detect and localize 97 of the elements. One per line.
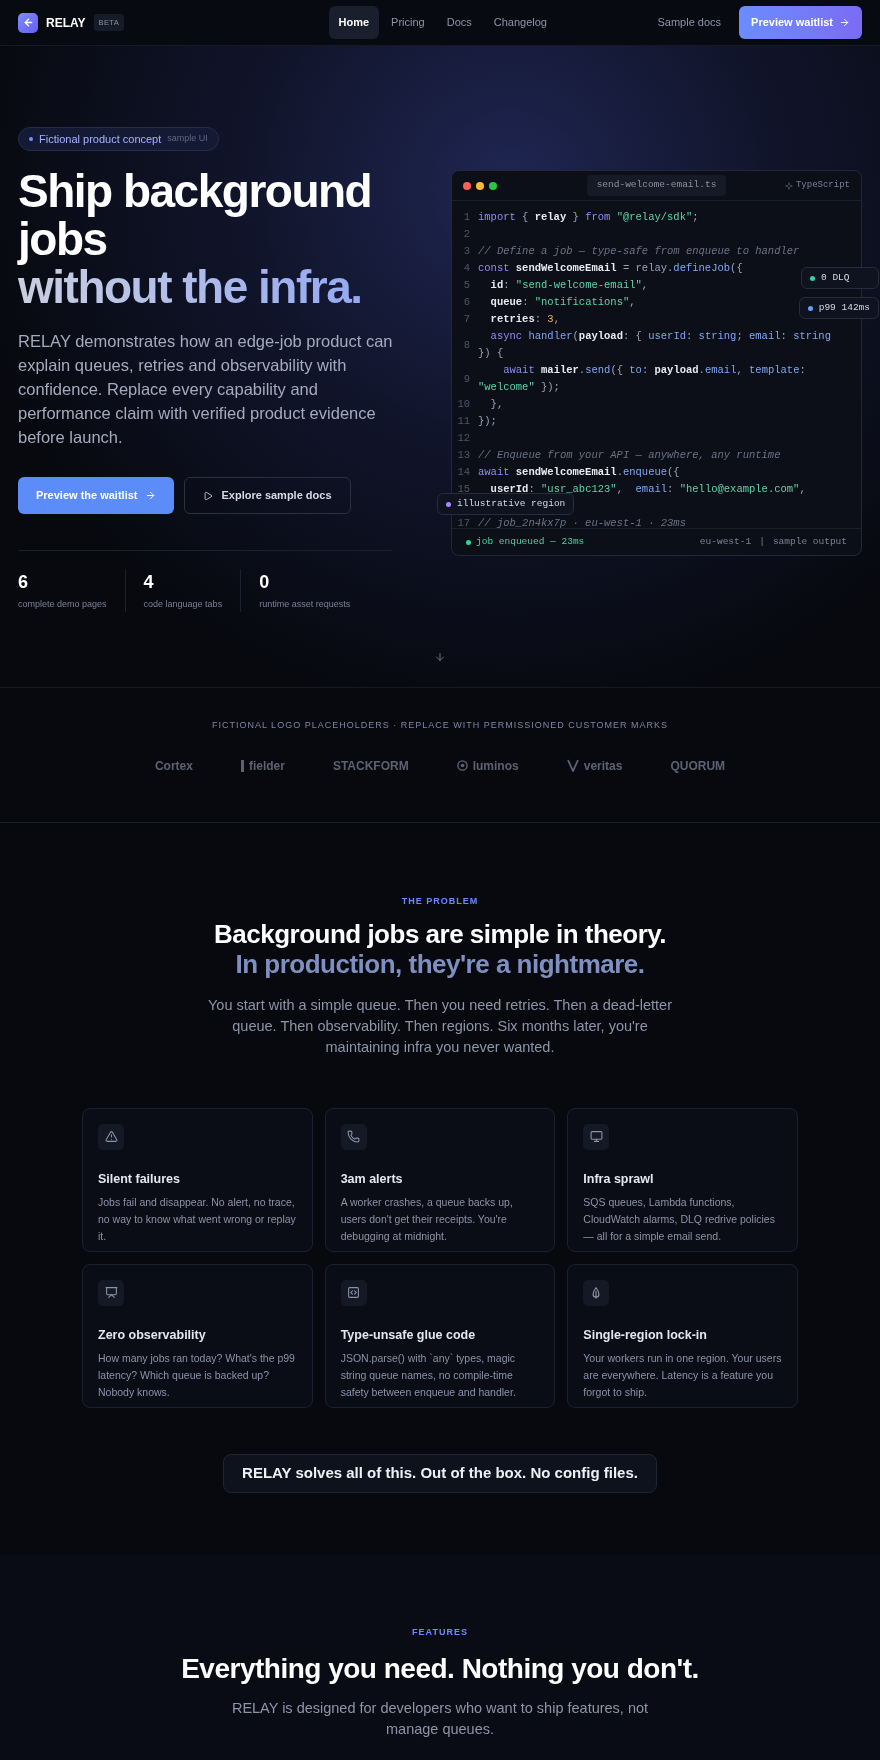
code-line: userId: "usr_abc123", email: "hello@example.com",: [489, 483, 806, 495]
language-label: TypeScript: [795, 178, 850, 192]
hero-title: Ship background jobs: [18, 167, 373, 263]
target-icon: [456, 760, 468, 771]
card-text: A worker crashes, a queue backs up, users don't get their receipts. You're debugging at midnight.: [340, 1195, 514, 1245]
arrow-right-icon: [839, 17, 850, 28]
code-line: // job_2n4kx7p · eu-west-1 · 23ms: [478, 517, 686, 529]
code-line: // Enqueue from your API — anywhere, any runtime: [478, 449, 781, 461]
line-number: 8: [462, 337, 471, 353]
code-line: id: "send-welcome-email",: [489, 279, 649, 291]
code-line: async handler(payload: { userId: string; email: string }) {: [478, 330, 832, 359]
line-number: 1: [462, 210, 471, 225]
card-title: Infra sprawl: [583, 1170, 655, 1188]
stat-label: code language tabs: [143, 598, 223, 611]
card-icon: [104, 1130, 118, 1143]
play-icon: [203, 490, 214, 501]
code-line: },: [489, 398, 504, 410]
section-heading: Background jobs are simple in theory.: [214, 918, 666, 949]
line-number: 12: [456, 431, 471, 446]
card-icon: [347, 1286, 361, 1299]
line-number: 9: [462, 371, 471, 387]
line-number: 10: [456, 397, 471, 412]
vee-icon: [566, 759, 579, 772]
customer-logo: Cortex: [154, 757, 193, 775]
code-line: // Define a job — type-safe from enqueue to handler: [478, 245, 800, 257]
separator-text: |: [759, 535, 765, 550]
arrow-right-icon: [145, 490, 157, 501]
code-line: await mailer.send({ to: payload.email, template: "welcome" });: [478, 364, 807, 393]
section-eyebrow: THE PROBLEM: [401, 895, 479, 908]
code-line: const sendWelcomeEmail = relay.defineJob({: [478, 262, 743, 274]
section-heading: In production, they're a nightmare.: [234, 948, 646, 979]
brand-name: RELAY: [46, 14, 86, 32]
customer-logo: fielder: [248, 757, 285, 775]
customer-logo: QUORUM: [670, 757, 726, 775]
section-eyebrow: FEATURES: [412, 1626, 468, 1639]
line-number: 6: [462, 295, 471, 310]
section-description: RELAY is designed for developers who want to ship features, not manage queues.: [230, 1698, 650, 1739]
customer-logo: veritas: [583, 757, 623, 775]
card-text: How many jobs ran today? What's the p99 latency? Which queue is backed up? Nobody knows.: [98, 1351, 296, 1401]
card-icon: [589, 1130, 603, 1143]
line-number: 2: [462, 227, 471, 242]
explore-docs-button[interactable]: Explore sample docs: [184, 477, 351, 514]
scroll-down-icon: [434, 651, 446, 663]
badge-note: sample UI: [167, 132, 208, 146]
card-icon: [347, 1130, 361, 1143]
sparkle-icon: [784, 181, 793, 190]
sample-docs-link[interactable]: Sample docs: [657, 14, 722, 31]
card-title: Zero observability: [98, 1326, 207, 1344]
code-line: import { relay } from "@relay/sdk";: [478, 211, 699, 223]
line-number: 5: [462, 278, 471, 293]
line-number: 11: [456, 414, 471, 429]
card-text: SQS queues, Lambda functions, CloudWatch alarms, DLQ redrive policies — all for a simple email send.: [583, 1195, 776, 1245]
card-title: Silent failures: [98, 1170, 181, 1188]
preview-waitlist-button[interactable]: Preview waitlist: [739, 6, 862, 39]
code-line: });: [478, 415, 497, 427]
section-description: You start with a simple queue. Then you need retries. Then a dead-letter queue. Then observability. Then regions. Six months later, you're maintaining infra you never wanted.: [207, 995, 673, 1057]
logo-icon: [18, 12, 38, 33]
stat-value: 6: [18, 571, 29, 594]
line-number: 7: [462, 312, 471, 327]
customer-logo: STACKFORM: [332, 757, 409, 775]
card-icon: [104, 1286, 118, 1299]
bar-icon: [240, 759, 244, 772]
code-line: await sendWelcomeEmail.enqueue({: [478, 466, 680, 478]
line-number: 13: [456, 448, 471, 463]
line-number: 14: [456, 465, 471, 480]
stat-value: 4: [143, 571, 155, 594]
section-heading: Everything you need. Nothing you don't.: [181, 1651, 699, 1686]
hero-description: RELAY demonstrates how an edge-job product can explain queues, retries and observability with confidence. Replace every capability and performance claim with verified product evidence before launch.: [18, 331, 394, 448]
card-title: Type-unsafe glue code: [340, 1326, 477, 1344]
code-line: retries: 3,: [489, 313, 560, 325]
nav-link[interactable]: Docs: [436, 6, 482, 39]
card-title: 3am alerts: [340, 1170, 404, 1188]
customer-logo: luminos: [472, 757, 519, 775]
callout-banner: RELAY solves all of this. Out of the box. No config files.: [223, 1453, 657, 1493]
badge-label: 0 DLQ: [821, 270, 850, 285]
card-text: Jobs fail and disappear. No alert, no trace, no way to know what went wrong or replay it.: [98, 1195, 297, 1245]
badge-label: p99 142ms: [818, 300, 870, 315]
badge-label: illustrative region: [457, 496, 566, 511]
line-number: 3: [462, 244, 471, 259]
badge-label: Fictional product concept: [39, 131, 162, 147]
stat-value: 0: [259, 571, 271, 594]
stat-label: runtime asset requests: [259, 598, 351, 611]
stat-label: complete demo pages: [18, 598, 107, 611]
card-text: JSON.parse() with `any` types, magic string queue names, no compile-time safety between enqueue and handler.: [340, 1351, 517, 1401]
card-text: Your workers run in one region. Your users are everywhere. Latency is a feature you forgot to ship.: [583, 1351, 782, 1401]
line-number: 15: [456, 482, 471, 497]
nav-link[interactable]: Pricing: [381, 6, 435, 39]
code-line: queue: "notifications",: [489, 296, 636, 308]
nav-link[interactable]: Home: [328, 6, 380, 39]
logos-caption: FICTIONAL LOGO PLACEHOLDERS · REPLACE WITH PERMISSIONED CUSTOMER MARKS: [211, 719, 669, 732]
line-number: 17: [456, 516, 471, 531]
line-number: 4: [462, 261, 471, 276]
card-title: Single-region lock-in: [583, 1326, 708, 1344]
nav-link[interactable]: Changelog: [483, 6, 557, 39]
region-text: eu-west-1: [699, 535, 752, 550]
output-note: sample output: [772, 535, 847, 550]
status-text: job enqueued — 23ms: [476, 535, 585, 550]
